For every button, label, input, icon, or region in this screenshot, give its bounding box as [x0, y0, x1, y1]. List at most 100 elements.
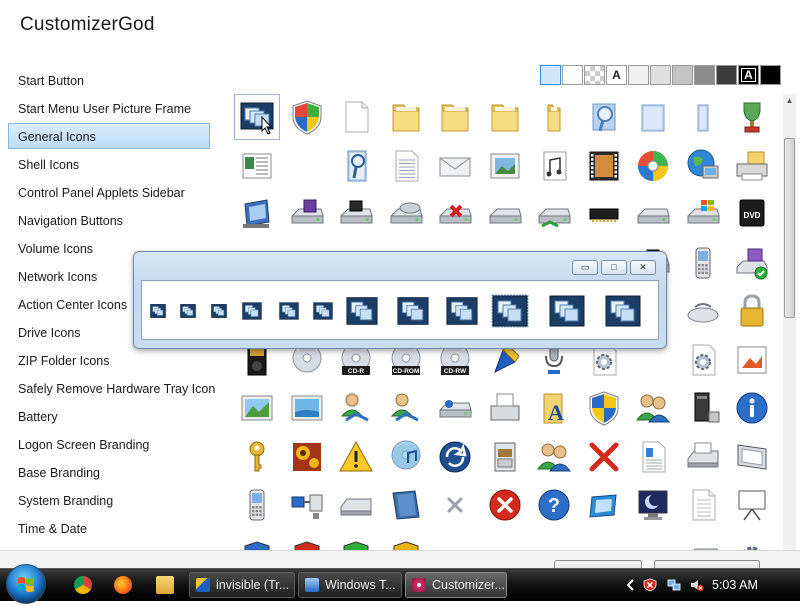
icon-cell[interactable]: [581, 191, 627, 237]
category-item[interactable]: General Icons: [8, 123, 210, 149]
icon-cell[interactable]: [729, 385, 775, 431]
color-swatch[interactable]: [584, 65, 605, 85]
category-item[interactable]: Start Button: [8, 67, 210, 93]
color-swatch[interactable]: A: [606, 65, 627, 85]
icon-cell[interactable]: [581, 94, 627, 140]
icon-cell[interactable]: [581, 531, 627, 550]
network-icon[interactable]: [667, 578, 681, 592]
maximize-button[interactable]: □: [601, 260, 627, 275]
icon-cell[interactable]: [630, 94, 676, 140]
icon-cell[interactable]: [333, 191, 379, 237]
category-item[interactable]: Shell Icons: [8, 151, 210, 177]
chevron-left-icon[interactable]: [624, 578, 638, 592]
icon-cell[interactable]: [581, 434, 627, 480]
icon-cell[interactable]: [383, 143, 429, 189]
icon-cell[interactable]: [531, 143, 577, 189]
icon-cell[interactable]: DVD: [729, 191, 775, 237]
icon-cell[interactable]: [680, 143, 726, 189]
security-alert-icon[interactable]: [643, 578, 657, 592]
color-swatch[interactable]: [628, 65, 649, 85]
category-item[interactable]: Base Branding: [8, 459, 210, 485]
icon-cell[interactable]: [482, 191, 528, 237]
color-swatch[interactable]: [672, 65, 693, 85]
icon-cell[interactable]: [729, 143, 775, 189]
taskbar-button[interactable]: Customizer...: [405, 572, 507, 598]
icon-cell[interactable]: [333, 143, 379, 189]
chrome-icon[interactable]: [74, 576, 92, 594]
icon-cell[interactable]: [333, 434, 379, 480]
icon-cell[interactable]: [531, 191, 577, 237]
icon-cell[interactable]: [432, 385, 478, 431]
explorer-folder-icon[interactable]: [156, 576, 174, 594]
category-item[interactable]: Battery: [8, 403, 210, 429]
icon-cell[interactable]: [729, 434, 775, 480]
icon-cell[interactable]: [432, 94, 478, 140]
icon-cell[interactable]: [432, 434, 478, 480]
icon-cell[interactable]: [234, 191, 280, 237]
icon-cell[interactable]: [680, 531, 726, 550]
icon-cell[interactable]: [729, 94, 775, 140]
icon-cell[interactable]: [630, 531, 676, 551]
icon-cell[interactable]: [729, 482, 775, 528]
icon-cell[interactable]: [482, 385, 528, 431]
scroll-thumb[interactable]: [784, 138, 795, 318]
icon-cell[interactable]: [630, 143, 676, 189]
vertical-scrollbar[interactable]: ▲: [783, 94, 796, 550]
icon-cell[interactable]: [729, 240, 775, 286]
icon-cell[interactable]: [482, 482, 528, 528]
icon-cell[interactable]: [482, 94, 528, 140]
icon-cell[interactable]: [680, 240, 726, 286]
icon-cell[interactable]: [680, 94, 726, 140]
category-item[interactable]: Safely Remove Hardware Tray Icon: [8, 375, 215, 401]
color-swatch[interactable]: [540, 65, 561, 85]
category-item[interactable]: Start Menu User Picture Frame: [8, 95, 210, 121]
icon-cell[interactable]: [680, 191, 726, 237]
icon-cell[interactable]: [581, 143, 627, 189]
icon-cell[interactable]: [284, 482, 330, 528]
icon-cell[interactable]: [432, 143, 478, 189]
icon-cell[interactable]: [432, 191, 478, 237]
volume-muted-icon[interactable]: [690, 578, 704, 592]
icon-cell[interactable]: [680, 337, 726, 383]
minimize-button[interactable]: ▭: [572, 260, 598, 275]
color-swatch[interactable]: [562, 65, 583, 85]
icon-cell[interactable]: [482, 143, 528, 189]
icon-cell[interactable]: [234, 482, 280, 528]
icon-cell[interactable]: [581, 385, 627, 431]
scroll-up-icon[interactable]: ▲: [783, 94, 796, 108]
category-item[interactable]: System Branding: [8, 487, 210, 513]
icon-cell[interactable]: [284, 94, 330, 140]
icon-cell[interactable]: [234, 385, 280, 431]
category-item[interactable]: Navigation Buttons: [8, 207, 210, 233]
clock[interactable]: 5:03 AM: [712, 569, 758, 601]
icon-cell[interactable]: [729, 531, 775, 550]
color-swatch[interactable]: [716, 65, 737, 85]
icon-cell[interactable]: [383, 482, 429, 528]
icon-cell[interactable]: [383, 94, 429, 140]
icon-cell[interactable]: [333, 531, 379, 550]
icon-cell[interactable]: [284, 531, 330, 550]
icon-cell[interactable]: [531, 94, 577, 140]
icon-cell[interactable]: A: [531, 385, 577, 431]
icon-cell[interactable]: [432, 531, 478, 551]
icon-cell[interactable]: [680, 288, 726, 334]
color-swatch[interactable]: A: [738, 65, 759, 85]
icon-cell[interactable]: [680, 482, 726, 528]
color-swatch[interactable]: [760, 65, 781, 85]
icon-cell[interactable]: [234, 143, 280, 189]
icon-cell[interactable]: [630, 434, 676, 480]
firefox-icon[interactable]: [114, 576, 132, 594]
icon-cell[interactable]: [680, 385, 726, 431]
icon-cell[interactable]: [234, 531, 280, 550]
icon-cell[interactable]: [432, 482, 478, 528]
color-swatch[interactable]: [650, 65, 671, 85]
icon-cell[interactable]: [581, 482, 627, 528]
icon-cell[interactable]: [284, 434, 330, 480]
icon-cell[interactable]: [630, 482, 676, 528]
icon-cell[interactable]: [531, 434, 577, 480]
start-button[interactable]: [6, 564, 46, 604]
category-item[interactable]: Logon Screen Branding: [8, 431, 210, 457]
icon-cell[interactable]: [333, 482, 379, 528]
icon-cell[interactable]: [482, 531, 528, 551]
icon-cell[interactable]: [333, 94, 379, 140]
